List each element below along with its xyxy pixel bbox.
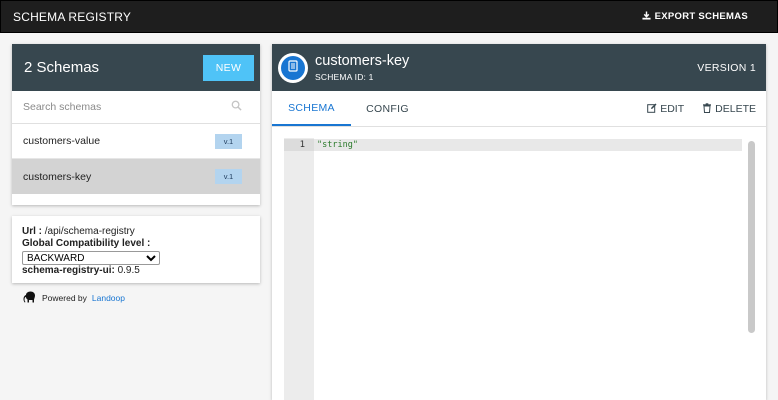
delete-button[interactable]: DELETE xyxy=(702,102,756,116)
schema-detail-header: customers-key SCHEMA ID: 1 VERSION 1 xyxy=(272,44,766,91)
edit-button[interactable]: EDIT xyxy=(647,103,684,116)
export-schemas-label: EXPORT SCHEMAS xyxy=(654,11,748,22)
search-bar xyxy=(12,91,260,124)
detail-actions: EDIT DELETE xyxy=(647,91,756,127)
search-icon[interactable] xyxy=(231,98,242,116)
edit-label: EDIT xyxy=(660,103,685,115)
app-title: SCHEMA REGISTRY xyxy=(13,9,132,24)
schema-code-editor[interactable]: 1 "string" xyxy=(284,138,757,400)
schemas-panel: 2 Schemas NEW customers-value v.1 custom… xyxy=(12,44,260,205)
search-input[interactable] xyxy=(23,101,203,113)
schema-title: customers-key xyxy=(315,53,410,69)
url-row: Url : /api/schema-registry xyxy=(22,226,250,238)
tab-schema[interactable]: SCHEMA xyxy=(272,91,351,126)
code-line: "string" xyxy=(317,140,358,150)
schemas-header: 2 Schemas NEW xyxy=(12,44,260,91)
schema-avatar xyxy=(278,52,308,83)
export-schemas-button[interactable]: EXPORT SCHEMAS xyxy=(642,10,748,23)
compat-label: Global Compatibility level : xyxy=(22,238,151,249)
powered-by-label: Powered by xyxy=(42,293,87,303)
download-icon xyxy=(642,10,651,23)
schema-list-item-selected[interactable]: customers-key v.1 xyxy=(12,159,260,194)
compat-row: Global Compatibility level : xyxy=(22,238,250,250)
detail-tabs: SCHEMA CONFIG EDIT DELETE xyxy=(272,91,766,127)
elephant-logo-icon xyxy=(23,290,37,306)
schema-detail-panel: customers-key SCHEMA ID: 1 VERSION 1 SCH… xyxy=(272,44,766,400)
landoop-link[interactable]: Landoop xyxy=(92,293,125,303)
version-label: VERSION 1 xyxy=(697,62,756,74)
top-bar: SCHEMA REGISTRY EXPORT SCHEMAS xyxy=(0,0,778,33)
trash-icon xyxy=(702,102,712,116)
ui-version-label: schema-registry-ui: xyxy=(22,265,115,276)
line-numbers: 1 xyxy=(284,138,314,400)
version-badge: v.1 xyxy=(215,169,242,184)
schema-count: 2 Schemas xyxy=(24,59,100,76)
schema-id: SCHEMA ID: 1 xyxy=(315,72,374,82)
line-number: 1 xyxy=(299,140,305,150)
delete-label: DELETE xyxy=(715,103,756,115)
registry-info-card: Url : /api/schema-registry Global Compat… xyxy=(12,216,260,283)
compatibility-select[interactable]: BACKWARD xyxy=(22,251,160,265)
edit-icon xyxy=(647,103,657,116)
editor-scrollbar[interactable] xyxy=(748,141,755,333)
document-icon xyxy=(287,59,299,77)
version-badge: v.1 xyxy=(215,133,242,149)
url-label: Url : xyxy=(22,226,42,237)
schema-name: customers-value xyxy=(23,135,101,147)
tab-config[interactable]: CONFIG xyxy=(351,91,424,126)
schema-list-item[interactable]: customers-value v.1 xyxy=(12,124,260,159)
ui-version-value: 0.9.5 xyxy=(117,265,140,276)
new-schema-button[interactable]: NEW xyxy=(203,54,254,81)
ui-version-row: schema-registry-ui: 0.9.5 xyxy=(22,265,250,277)
powered-by: Powered by Landoop xyxy=(23,290,125,306)
url-value: /api/schema-registry xyxy=(44,226,135,237)
schema-name: customers-key xyxy=(23,170,92,183)
